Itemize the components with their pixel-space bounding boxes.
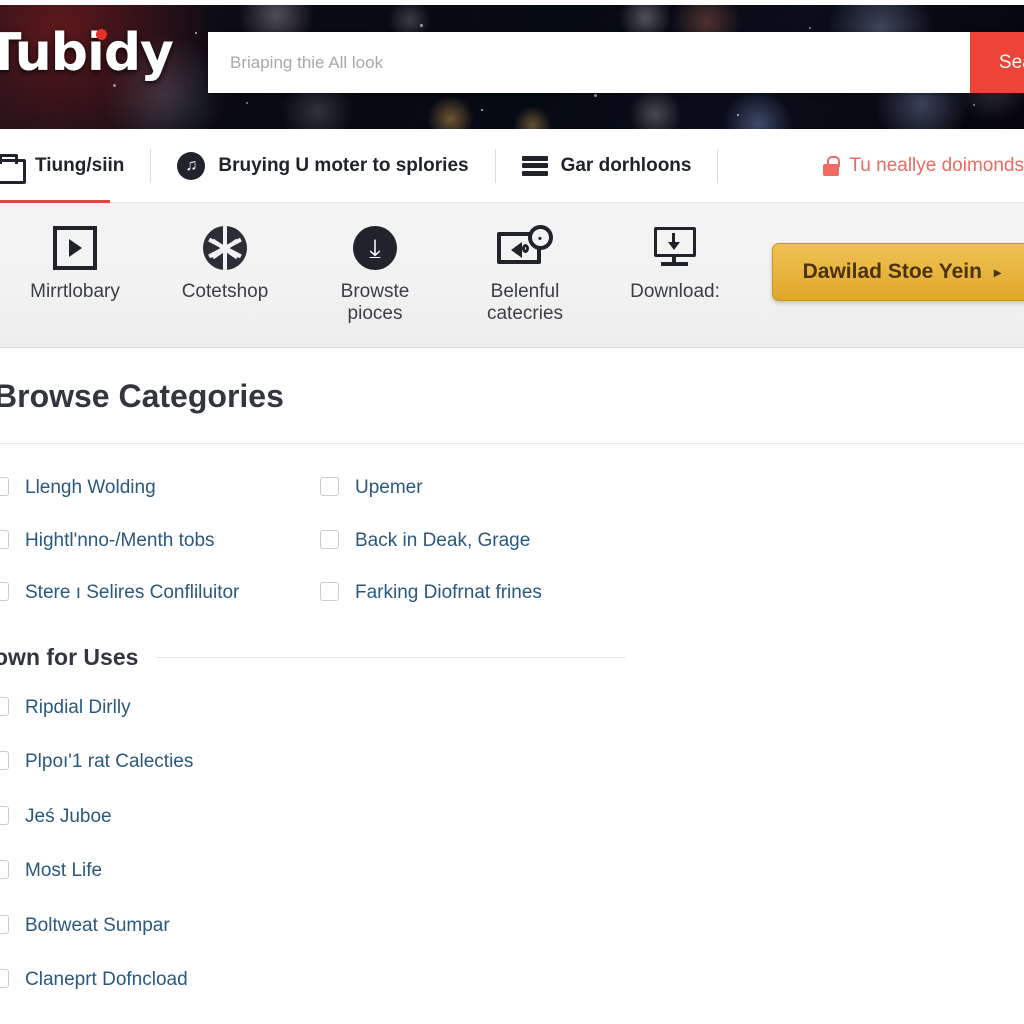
checkbox[interactable] [320,477,339,496]
search-bar: Search [208,32,1024,93]
nav-item-gar-dorhloons[interactable]: Gar dorhloons [496,129,718,203]
checkbox[interactable] [320,529,339,549]
checkbox[interactable] [0,751,9,770]
checkbox[interactable] [320,582,339,601]
nav-item-bruying[interactable]: ♫ Bruying U moter to splories [151,129,494,203]
checkbox[interactable] [0,477,9,496]
use-checkbox-row[interactable]: Plpoı'1 rat Calecties [0,735,1024,790]
checkbox[interactable] [0,805,9,825]
screen-speaker-icon: • [497,225,553,271]
nav-promo-label: Tu neallye doimonds [849,154,1024,176]
page-root: Tubidy Search Tiung/siin ♫ Bruying U mot… [0,0,1024,1024]
use-checkbox-row[interactable]: Most Life [0,844,1024,899]
subsection-title: own for Uses [0,643,139,670]
subsection-header: own for Uses [0,644,1024,671]
checkbox-label: Farking Diofrnat frines [355,582,542,603]
use-checkbox-row[interactable]: Jeś Juboe [0,790,1024,845]
checkbox-label: Boltweat Sumpar [25,914,170,936]
checkbox-label: Jeś Juboe [25,805,112,827]
nav-promo-link[interactable]: Tu neallye doimonds [823,155,1024,177]
download-circle-icon: ⤓ [353,225,397,271]
checkbox[interactable] [0,914,9,934]
tool-mirrtlobary[interactable]: Mirrtlobary [0,203,150,303]
page-title: Browse Categories [0,378,284,414]
pinwheel-circle-icon [203,225,247,271]
main-content: Browse Categories Llengh Wolding Hightl'… [0,348,1024,1008]
category-checkbox-row[interactable]: Stere ı Selires Confliluitor [0,567,320,620]
search-input[interactable] [208,32,970,93]
nav-item-label: Gar dorhloons [560,155,692,176]
checkbox-label: Stere ı Selires Confliluitor [25,582,240,603]
nav-divider [717,148,719,183]
category-checkbox-row[interactable]: Upemer [320,462,1024,515]
checkbox[interactable] [0,969,9,988]
uses-list: Ripdial Dirlly Plpoı'1 rat Calecties Jeś… [0,671,1024,1008]
main-nav: Tiung/siin ♫ Bruying U moter to splories… [0,129,1024,204]
use-checkbox-row[interactable]: Ripdial Dirlly [0,681,1024,736]
site-header: Tubidy Search [0,5,1024,129]
logo-dot-icon [96,29,107,40]
tool-label: Download: [630,281,720,302]
nav-item-label: Bruying U moter to splories [218,155,469,176]
search-button[interactable]: Search [970,32,1024,93]
download-cta-label: Dawilad Stoe Yein [802,260,982,283]
nav-item-tiung-siin[interactable]: Tiung/siin [0,129,150,204]
checkbox-label: Claneprt Dofncload [25,969,188,990]
nav-item-label: Tiung/siin [35,155,125,176]
folder-icon [0,153,26,184]
tool-label: Mirrtlobary [30,281,120,302]
category-checkbox-row[interactable]: Hightl'nno-/Menth tobs [0,515,320,568]
checkbox-label: Hightl'nno-/Menth tobs [25,529,215,551]
checkbox[interactable] [0,529,9,549]
checkbox-label: Upemer [355,477,423,498]
checkbox[interactable] [0,860,9,879]
tool-cotetshop[interactable]: Cotetshop [150,203,300,303]
checkbox[interactable] [0,582,9,601]
play-square-icon [53,225,97,271]
lock-icon [823,155,840,176]
category-checkbox-row[interactable]: Back in Deak, Grage [320,515,1024,568]
category-checkbox-row[interactable]: Llengh Wolding [0,462,320,515]
tool-download[interactable]: Download: [600,203,750,303]
checkbox-label: Back in Deak, Grage [355,529,531,551]
music-note-icon: ♫ [177,151,206,180]
category-column-right: Upemer Back in Deak, Grage Farking Diofr… [320,462,1024,620]
checkbox-label: Most Life [25,860,103,881]
tool-label: Belenful catecries [486,281,564,325]
monitor-download-icon [652,225,698,271]
category-column-left: Llengh Wolding Hightl'nno-/Menth tobs St… [0,462,320,620]
caret-right-icon: ▸ [993,263,1001,280]
logo-text: Tubidy [0,23,174,83]
use-checkbox-row[interactable]: Boltweat Sumpar [0,899,1024,954]
category-checkbox-row[interactable]: Farking Diofrnat frines [320,567,1024,620]
site-logo[interactable]: Tubidy [0,27,174,79]
checkbox-label: Plpoı'1 rat Calecties [25,751,194,772]
quick-actions-toolbar: Mirrtlobary Cotetshop ⤓ Browste pioces •… [0,203,1024,348]
use-checkbox-row[interactable]: Claneprt Dofncload [0,953,1024,1008]
checkbox-label: Ripdial Dirlly [25,696,131,718]
tool-browste-pioces[interactable]: ⤓ Browste pioces [300,203,450,326]
subsection-divider [156,656,627,658]
list-lines-icon [521,155,548,176]
tool-belenful-catecries[interactable]: • Belenful catecries [450,203,600,326]
tool-label: Browste pioces [340,281,410,325]
category-grid: Llengh Wolding Hightl'nno-/Menth tobs St… [0,444,1024,620]
checkbox[interactable] [0,696,9,716]
checkbox-label: Llengh Wolding [25,477,156,498]
tool-label: Cotetshop [181,281,269,302]
download-cta-button[interactable]: Dawilad Stoe Yein ▸ [771,243,1024,301]
